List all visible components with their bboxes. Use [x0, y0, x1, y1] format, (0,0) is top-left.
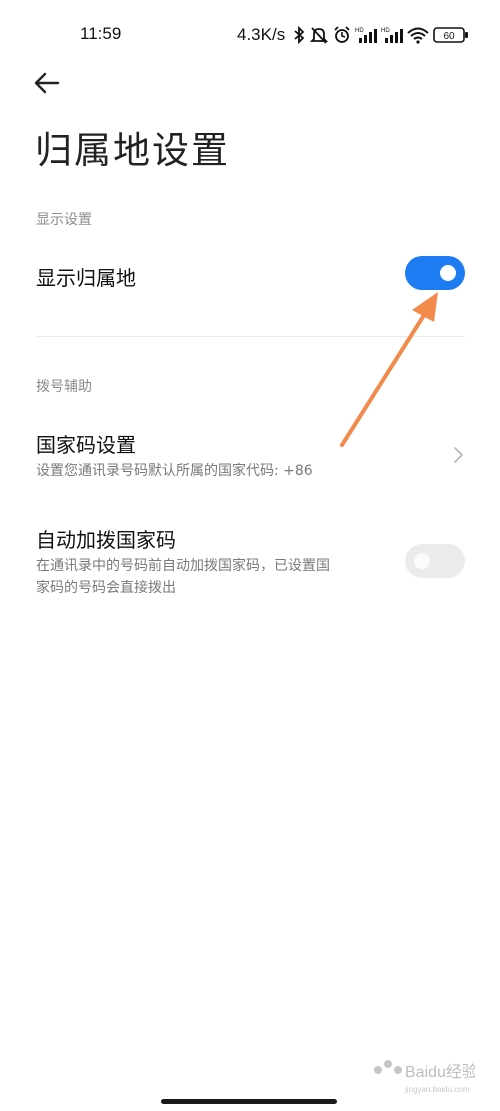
show-location-title: 显示归属地	[36, 266, 136, 290]
bluetooth-icon	[293, 26, 305, 44]
auto-country-code-title: 自动加拨国家码	[36, 528, 176, 552]
section-label-display: 显示设置	[36, 212, 92, 228]
toggle-knob	[414, 553, 430, 569]
watermark-text: Baidu经验	[405, 1063, 475, 1081]
auto-country-code-toggle[interactable]	[405, 544, 465, 578]
section-label-dial-assist: 拨号辅助	[36, 379, 92, 395]
battery-icon: 60	[433, 26, 469, 44]
battery-level: 60	[444, 31, 456, 42]
toggle-knob	[440, 265, 456, 281]
baidu-jingyan-watermark: Baidu经验 jingyan.baidu.com	[374, 1060, 475, 1094]
watermark-sub: jingyan.baidu.com	[404, 1085, 470, 1094]
svg-text:HD: HD	[355, 28, 364, 34]
home-indicator[interactable]	[161, 1099, 337, 1104]
back-arrow-icon	[34, 72, 60, 94]
signal-hd-icon: HD	[355, 26, 378, 44]
chevron-right-icon[interactable]	[452, 446, 464, 464]
show-location-toggle[interactable]	[405, 256, 465, 290]
alarm-icon	[333, 26, 351, 44]
svg-text:HD: HD	[381, 28, 390, 34]
page-title: 归属地设置	[35, 129, 230, 172]
country-code-setting-title[interactable]: 国家码设置	[36, 429, 136, 458]
auto-country-code-subtitle-line1: 在通讯录中的号码前自动加拨国家码，已设置国	[36, 558, 330, 574]
signal-hd-icon-2: HD	[381, 26, 404, 44]
wifi-icon	[407, 26, 429, 44]
status-time: 11:59	[80, 24, 122, 43]
auto-country-code-subtitle-line2: 家码的号码会直接拨出	[36, 580, 176, 596]
status-icons: 4.3K/s HD HD 60	[237, 22, 469, 48]
network-speed: 4.3K/s	[237, 25, 286, 44]
back-button[interactable]	[32, 68, 64, 98]
country-code-setting-subtitle: 设置您通讯录号码默认所属的国家代码: +86	[36, 463, 313, 479]
annotation-arrow	[340, 292, 438, 447]
mute-icon	[309, 26, 329, 44]
